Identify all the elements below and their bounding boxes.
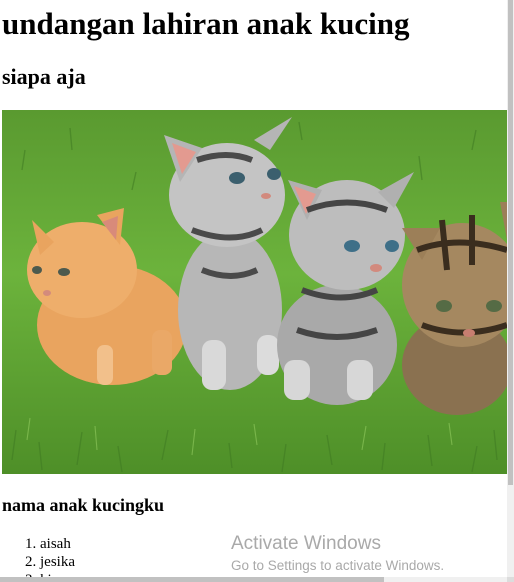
tabby-kitten bbox=[402, 202, 507, 415]
watermark-title: Activate Windows bbox=[231, 533, 381, 554]
list-item: jesika bbox=[40, 553, 75, 571]
horizontal-scrollbar[interactable] bbox=[0, 577, 507, 582]
kitten-names-heading: nama anak kucingku bbox=[2, 495, 165, 515]
watermark-subtitle: Go to Settings to activate Windows. bbox=[231, 558, 445, 573]
horizontal-scrollbar-thumb[interactable] bbox=[0, 577, 384, 582]
page-viewport: undangan lahiran anak kucing siapa aja n… bbox=[0, 0, 507, 577]
page-title: undangan lahiran anak kucing bbox=[2, 6, 410, 41]
activate-windows-watermark: Activate Windows Go to Settings to activ… bbox=[231, 533, 444, 575]
kittens-photo bbox=[2, 110, 507, 474]
vertical-scrollbar-thumb[interactable] bbox=[508, 0, 513, 485]
list-item: aisah bbox=[40, 535, 75, 553]
scrollbar-corner bbox=[507, 577, 514, 582]
page-subtitle: siapa aja bbox=[2, 64, 86, 89]
kitten-names-list: aisah jesika ki bbox=[0, 535, 75, 577]
vertical-scrollbar[interactable] bbox=[507, 0, 514, 577]
